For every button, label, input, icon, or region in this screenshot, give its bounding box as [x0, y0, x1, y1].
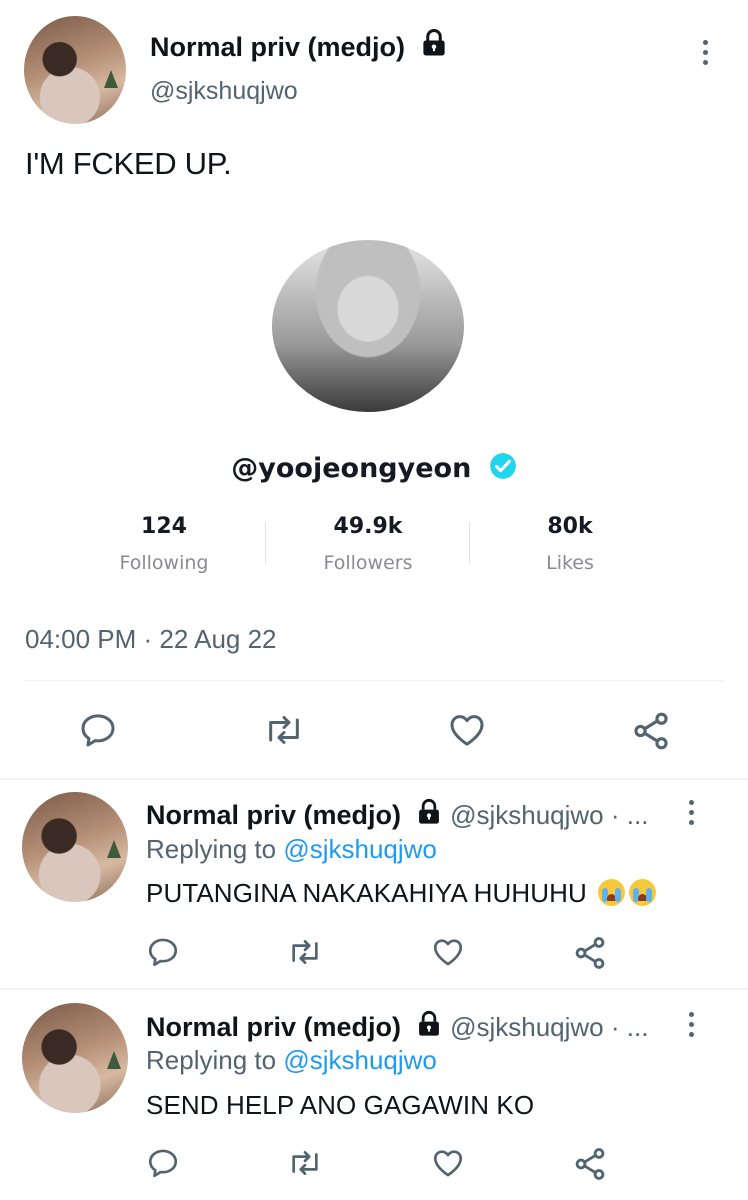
replying-to: Replying to @sjkshuqjwo [146, 1045, 437, 1076]
replying-to-link[interactable]: @sjkshuqjwo [283, 834, 437, 864]
stat-likes-value: 80k [547, 514, 593, 539]
reply-icon[interactable] [146, 1146, 180, 1180]
replying-prefix: Replying to [146, 834, 277, 864]
replying-to: Replying to @sjkshuqjwo [146, 834, 437, 865]
stat-likes-label: Likes [546, 552, 594, 574]
stat-divider [265, 522, 266, 564]
more-options-icon[interactable] [686, 1012, 696, 1037]
share-icon[interactable] [572, 1146, 608, 1182]
divider [0, 778, 748, 780]
reply-author[interactable]: Normal priv (medjo) @sjkshuqjwo · ... [146, 1010, 648, 1045]
reply-author-handle[interactable]: @sjkshuqjwo · ... [450, 1012, 648, 1042]
embedded-profile-handle: @yoojeongyeon [0, 452, 748, 487]
replying-to-link[interactable]: @sjkshuqjwo [283, 1045, 437, 1075]
like-icon[interactable] [446, 710, 488, 750]
reply-author-name: Normal priv (medjo) [146, 1012, 402, 1042]
author-name[interactable]: Normal priv (medjo) [150, 28, 449, 65]
reply-text: PUTANGINA NAKAKAHIYA HUHUHU [146, 878, 657, 909]
loudly-crying-face-icon [598, 879, 626, 906]
tweet-text: I'M FCKED UP. [25, 146, 232, 181]
tweet-timestamp[interactable]: 04:00 PM · 22 Aug 22 [25, 624, 277, 655]
reply-text-content: PUTANGINA NAKAKAHIYA HUHUHU [146, 878, 587, 908]
lock-icon [415, 798, 443, 833]
embedded-handle-text: @yoojeongyeon [231, 453, 472, 484]
reply-author[interactable]: Normal priv (medjo) @sjkshuqjwo · ... [146, 798, 648, 833]
stat-followers-label: Followers [323, 552, 413, 574]
author-avatar[interactable] [24, 16, 126, 124]
author-handle[interactable]: @sjkshuqjwo [150, 77, 298, 106]
retweet-icon[interactable] [286, 935, 324, 969]
reply-avatar[interactable] [22, 792, 128, 902]
lock-icon [419, 28, 449, 65]
lock-icon [415, 1010, 443, 1045]
replying-prefix: Replying to [146, 1045, 277, 1075]
retweet-icon[interactable] [262, 710, 306, 750]
share-icon[interactable] [630, 710, 672, 752]
more-options-icon[interactable] [686, 800, 696, 825]
embedded-profile-photo [272, 240, 464, 412]
loudly-crying-face-icon [629, 879, 657, 906]
verified-badge-icon [489, 452, 517, 487]
reply-icon[interactable] [146, 935, 180, 969]
reply-text: SEND HELP ANO GAGAWIN KO [146, 1090, 535, 1120]
retweet-icon[interactable] [286, 1146, 324, 1180]
share-icon[interactable] [572, 935, 608, 971]
divider [0, 988, 748, 990]
like-icon[interactable] [430, 1146, 466, 1180]
stat-followers-value: 49.9k [333, 514, 403, 539]
like-icon[interactable] [430, 935, 466, 969]
stat-following-value: 124 [141, 514, 187, 539]
reply-author-handle[interactable]: @sjkshuqjwo · ... [450, 800, 648, 830]
divider [25, 680, 723, 681]
reply-avatar[interactable] [22, 1003, 128, 1113]
reply-author-name: Normal priv (medjo) [146, 800, 402, 830]
more-options-icon[interactable] [700, 40, 710, 65]
author-name-text: Normal priv (medjo) [150, 32, 406, 62]
stat-divider [469, 522, 470, 564]
reply-icon[interactable] [78, 710, 118, 750]
stat-following-label: Following [119, 552, 209, 574]
